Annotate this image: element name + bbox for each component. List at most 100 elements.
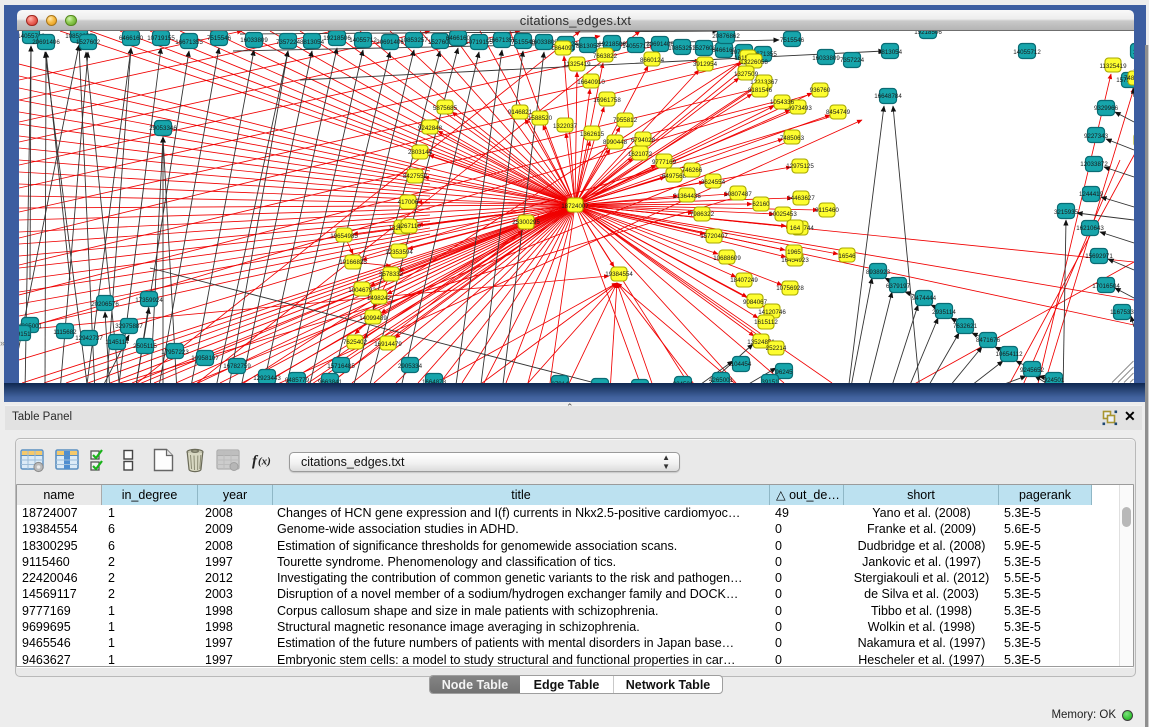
svg-text:1327509: 1327509 bbox=[734, 71, 759, 78]
svg-text:9663841: 9663841 bbox=[318, 379, 343, 383]
svg-text:8471676: 8471676 bbox=[976, 337, 1001, 344]
svg-text:1167533: 1167533 bbox=[1110, 309, 1134, 316]
svg-text:8813054: 8813054 bbox=[878, 49, 903, 56]
svg-text:8990448: 8990448 bbox=[603, 139, 628, 146]
svg-text:20691406: 20691406 bbox=[32, 39, 60, 46]
svg-text:(x): (x) bbox=[258, 456, 271, 468]
svg-text:8454749: 8454749 bbox=[826, 109, 851, 116]
svg-text:19384554: 19384554 bbox=[605, 271, 633, 278]
svg-text:12353594: 12353594 bbox=[385, 249, 413, 256]
svg-text:9485779: 9485779 bbox=[285, 377, 310, 383]
svg-text:417006: 417006 bbox=[398, 199, 419, 206]
svg-text:936760: 936760 bbox=[810, 87, 831, 94]
svg-text:7485063: 7485063 bbox=[780, 135, 805, 142]
svg-text:1615112: 1615112 bbox=[754, 319, 778, 326]
svg-text:17359924: 17359924 bbox=[135, 297, 163, 304]
svg-text:16033809: 16033809 bbox=[812, 55, 840, 62]
svg-text:9115460: 9115460 bbox=[815, 207, 839, 214]
svg-text:7632621: 7632621 bbox=[953, 323, 978, 330]
svg-text:14055712: 14055712 bbox=[349, 37, 377, 44]
svg-text:19218506: 19218506 bbox=[323, 35, 351, 42]
svg-text:6794028: 6794028 bbox=[631, 137, 656, 144]
svg-text:20206576: 20206576 bbox=[91, 301, 119, 308]
svg-text:7955812: 7955812 bbox=[613, 117, 638, 124]
svg-text:10025453: 10025453 bbox=[769, 211, 797, 218]
svg-text:924501: 924501 bbox=[673, 381, 694, 383]
svg-text:252214: 252214 bbox=[766, 345, 787, 352]
svg-text:39151: 39151 bbox=[761, 379, 779, 383]
svg-text:13226058: 13226058 bbox=[740, 59, 768, 66]
svg-text:25300295: 25300295 bbox=[512, 219, 540, 226]
svg-text:12033872: 12033872 bbox=[1080, 161, 1108, 168]
svg-text:8660124: 8660124 bbox=[640, 57, 665, 64]
svg-text:21364436: 21364436 bbox=[673, 193, 701, 200]
svg-text:3912954: 3912954 bbox=[693, 61, 718, 68]
svg-text:32975887: 32975887 bbox=[115, 323, 143, 330]
svg-text:2905334: 2905334 bbox=[398, 363, 423, 370]
svg-text:15692971: 15692971 bbox=[1085, 253, 1113, 260]
svg-text:3578332: 3578332 bbox=[379, 271, 404, 278]
svg-text:16033809: 16033809 bbox=[240, 37, 268, 44]
svg-text:7625402: 7625402 bbox=[343, 339, 368, 346]
svg-text:8813054: 8813054 bbox=[576, 43, 601, 50]
svg-text:1527602: 1527602 bbox=[76, 39, 101, 46]
svg-text:19166825: 19166825 bbox=[339, 259, 367, 266]
svg-text:29053346: 29053346 bbox=[149, 125, 177, 132]
svg-text:16648784: 16648784 bbox=[874, 93, 902, 100]
svg-text:2803144: 2803144 bbox=[408, 149, 433, 156]
svg-text:1244419: 1244419 bbox=[1079, 191, 1104, 198]
svg-text:9474444: 9474444 bbox=[912, 295, 937, 302]
svg-text:15720407: 15720407 bbox=[700, 233, 728, 240]
svg-text:6497568: 6497568 bbox=[662, 173, 687, 180]
svg-text:164: 164 bbox=[790, 225, 801, 232]
svg-text:16640910: 16640910 bbox=[577, 79, 605, 86]
svg-text:12923443: 12923443 bbox=[253, 375, 281, 382]
svg-text:16210643: 16210643 bbox=[1076, 225, 1104, 232]
svg-text:18407249: 18407249 bbox=[730, 277, 758, 284]
svg-text:18724007: 18724007 bbox=[561, 203, 589, 210]
svg-text:6466160: 6466160 bbox=[119, 35, 144, 42]
svg-text:16671355: 16671355 bbox=[175, 39, 203, 46]
svg-text:5875685: 5875685 bbox=[433, 105, 458, 112]
svg-text:10719155: 10719155 bbox=[147, 35, 175, 42]
svg-text:1965: 1965 bbox=[787, 249, 801, 256]
svg-text:924501: 924501 bbox=[1044, 377, 1065, 383]
svg-text:1117: 1117 bbox=[1133, 49, 1134, 56]
svg-text:1621072: 1621072 bbox=[628, 151, 653, 158]
svg-text:10958107: 10958107 bbox=[191, 355, 219, 362]
svg-text:1322037: 1322037 bbox=[553, 123, 578, 130]
svg-text:10688609: 10688609 bbox=[713, 255, 741, 262]
svg-text:2505115: 2505115 bbox=[133, 343, 157, 350]
svg-text:16546: 16546 bbox=[838, 253, 856, 260]
svg-text:1498242: 1498242 bbox=[367, 295, 392, 302]
svg-text:4265001: 4265001 bbox=[709, 377, 734, 383]
svg-text:17957223: 17957223 bbox=[161, 349, 189, 356]
svg-text:7663822: 7663822 bbox=[593, 53, 618, 60]
svg-text:10807487: 10807487 bbox=[724, 191, 752, 198]
svg-text:9242848: 9242848 bbox=[418, 125, 443, 132]
svg-text:8813054: 8813054 bbox=[300, 39, 325, 46]
svg-text:1664878: 1664878 bbox=[422, 379, 447, 383]
svg-text:3267110: 3267110 bbox=[397, 223, 421, 230]
svg-text:9777169: 9777169 bbox=[652, 159, 677, 166]
svg-text:3215935: 3215935 bbox=[1054, 209, 1079, 216]
svg-text:12942737: 12942737 bbox=[75, 335, 103, 342]
svg-text:8181546: 8181546 bbox=[748, 87, 773, 94]
svg-text:7515546: 7515546 bbox=[207, 35, 232, 42]
svg-text:7986322: 7986322 bbox=[690, 211, 715, 218]
svg-text:7485003: 7485003 bbox=[1124, 75, 1134, 82]
svg-text:1864091: 1864091 bbox=[551, 45, 576, 52]
svg-text:1145114: 1145114 bbox=[105, 339, 129, 346]
svg-text:746266: 746266 bbox=[682, 167, 703, 174]
svg-text:9329966: 9329966 bbox=[1094, 105, 1119, 112]
svg-text:87914: 87914 bbox=[551, 381, 569, 383]
svg-text:1054336: 1054336 bbox=[770, 99, 795, 106]
svg-text:16782759: 16782759 bbox=[223, 363, 251, 370]
svg-text:7357224: 7357224 bbox=[276, 39, 301, 46]
svg-text:17016504: 17016504 bbox=[1092, 283, 1120, 290]
svg-text:1588520: 1588520 bbox=[528, 115, 553, 122]
svg-text:39151: 39151 bbox=[19, 331, 31, 338]
svg-text:10654112: 10654112 bbox=[995, 351, 1023, 358]
svg-text:14463627: 14463627 bbox=[787, 195, 815, 202]
svg-text:7515546: 7515546 bbox=[780, 37, 805, 44]
